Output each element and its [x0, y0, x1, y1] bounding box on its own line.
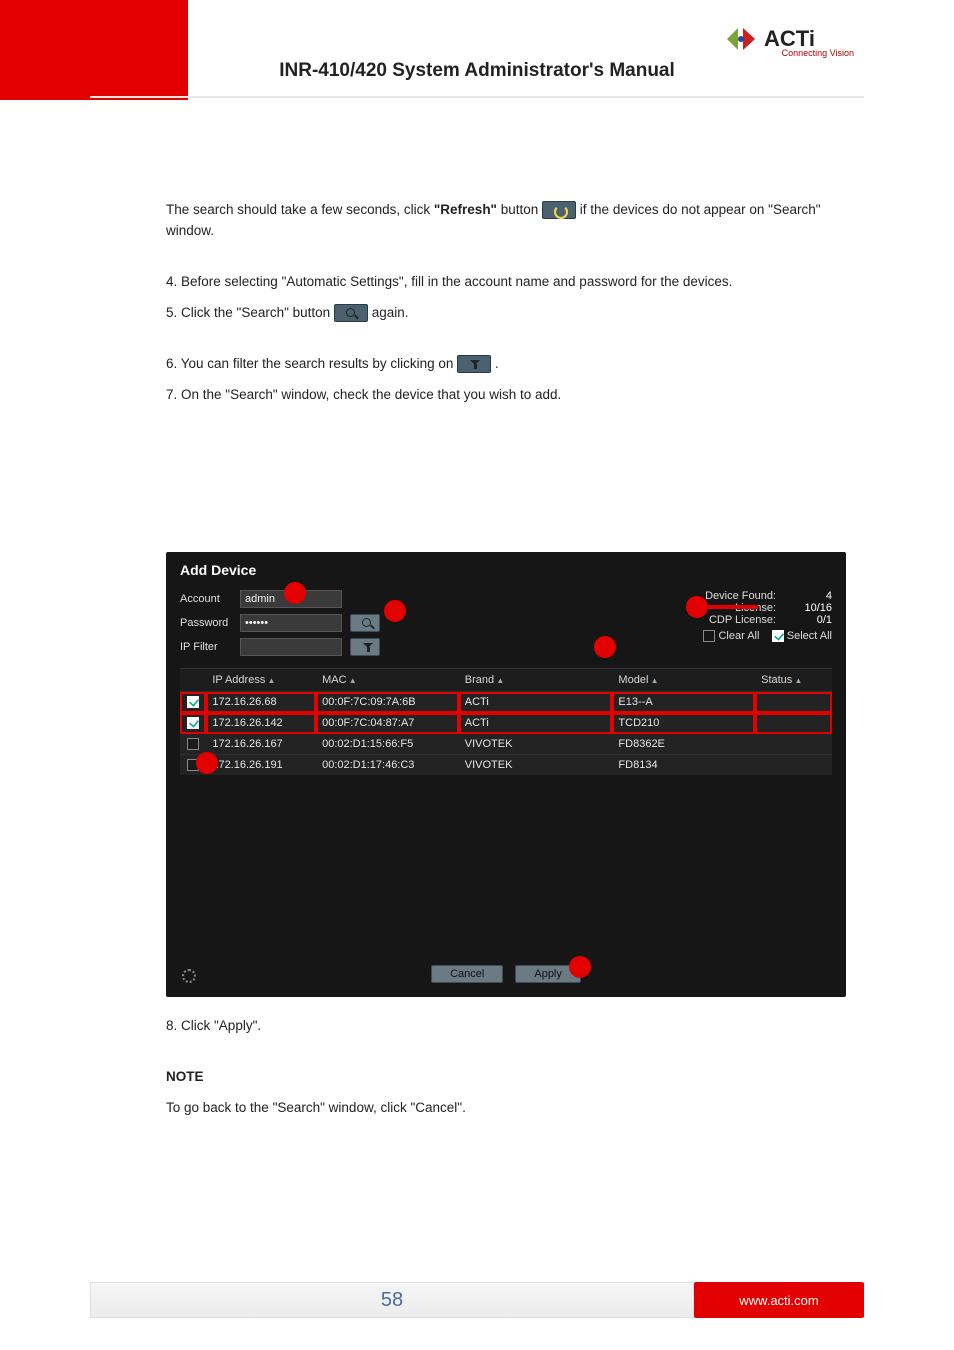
site-link[interactable]: www.acti.com	[694, 1282, 864, 1318]
search-button[interactable]	[350, 614, 380, 632]
page-number: 58	[90, 1282, 694, 1318]
brand-tagline: Connecting Vision	[782, 48, 854, 58]
body-content-2: 8. Click "Apply". NOTE To go back to the…	[166, 1010, 846, 1129]
filter-button[interactable]	[350, 638, 380, 656]
license-value: 10/16	[798, 602, 832, 614]
cdp-license-label: CDP License:	[692, 614, 776, 626]
cell-mac: 00:02:D1:15:66:F5	[316, 734, 459, 755]
cell-brand: ACTi	[459, 692, 613, 713]
logo-mark-icon	[724, 22, 758, 56]
annotation-circle	[284, 582, 306, 604]
cell-brand: VIVOTEK	[459, 755, 613, 776]
cell-ip: 172.16.26.142	[206, 713, 316, 734]
table-row[interactable]: 172.16.26.16700:02:D1:15:66:F5VIVOTEKFD8…	[180, 734, 832, 755]
col-ip[interactable]: IP Address	[206, 669, 316, 692]
cell-mac: 00:02:D1:17:46:C3	[316, 755, 459, 776]
clear-all-checkbox[interactable]	[703, 630, 715, 642]
page-title: INR-410/420 System Administrator's Manua…	[0, 60, 954, 82]
cell-ip: 172.16.26.68	[206, 692, 316, 713]
table-row[interactable]: 172.16.26.19100:02:D1:17:46:C3VIVOTEKFD8…	[180, 755, 832, 776]
select-all-checkbox[interactable]	[772, 630, 784, 642]
col-select	[180, 669, 206, 692]
cell-model: TCD210	[612, 713, 755, 734]
annotation-line	[708, 605, 758, 609]
cell-ip: 172.16.26.167	[206, 734, 316, 755]
cell-brand: VIVOTEK	[459, 734, 613, 755]
cell-model: E13--A	[612, 692, 755, 713]
spinner-icon	[182, 969, 196, 983]
add-device-dialog: Add Device Account Password IP Filter De…	[166, 552, 846, 997]
device-table: IP Address MAC Brand Model Status 172.16…	[180, 668, 832, 775]
cell-status	[755, 734, 832, 755]
step-4: 4. Before selecting "Automatic Settings"…	[166, 272, 846, 293]
ipfilter-input[interactable]	[240, 638, 342, 656]
col-model[interactable]: Model	[612, 669, 755, 692]
search-icon	[334, 304, 368, 322]
step-6: 6. You can filter the search results by …	[166, 354, 846, 375]
cell-mac: 00:0F:7C:09:7A:6B	[316, 692, 459, 713]
annotation-circle	[686, 596, 708, 618]
password-input[interactable]	[240, 614, 342, 632]
cell-ip: 172.16.26.191	[206, 755, 316, 776]
device-found-value: 4	[798, 590, 832, 602]
annotation-circle	[196, 752, 218, 774]
note-body: To go back to the "Search" window, click…	[166, 1098, 846, 1119]
refresh-icon	[542, 201, 576, 219]
ipfilter-label: IP Filter	[180, 641, 240, 653]
search-icon	[351, 615, 385, 633]
cell-status	[755, 692, 832, 713]
cell-model: FD8134	[612, 755, 755, 776]
dialog-title: Add Device	[180, 562, 832, 578]
filter-icon	[457, 355, 491, 373]
table-row[interactable]: 172.16.26.6800:0F:7C:09:7A:6BACTiE13--A	[180, 692, 832, 713]
annotation-circle	[384, 600, 406, 622]
cell-model: FD8362E	[612, 734, 755, 755]
note-heading: NOTE	[166, 1067, 846, 1088]
step-5: 5. Click the "Search" button again.	[166, 303, 846, 324]
col-brand[interactable]: Brand	[459, 669, 613, 692]
password-label: Password	[180, 617, 240, 629]
cell-status	[755, 713, 832, 734]
brand-stripe	[0, 0, 188, 100]
cell-brand: ACTi	[459, 713, 613, 734]
cancel-button[interactable]: Cancel	[431, 965, 503, 983]
annotation-circle	[569, 956, 591, 978]
col-mac[interactable]: MAC	[316, 669, 459, 692]
table-row[interactable]: 172.16.26.14200:0F:7C:04:87:A7ACTiTCD210	[180, 713, 832, 734]
cell-mac: 00:0F:7C:04:87:A7	[316, 713, 459, 734]
annotation-circle	[594, 636, 616, 658]
step-8: 8. Click "Apply".	[166, 1016, 846, 1037]
step-7: 7. On the "Search" window, check the dev…	[166, 385, 846, 406]
cdp-license-value: 0/1	[798, 614, 832, 626]
col-status[interactable]: Status	[755, 669, 832, 692]
filter-icon	[351, 639, 385, 657]
step-3-refresh: The search should take a few seconds, cl…	[166, 200, 846, 242]
clear-all-label: Clear All	[718, 630, 759, 642]
account-label: Account	[180, 593, 240, 605]
row-checkbox[interactable]	[187, 696, 199, 708]
cell-status	[755, 755, 832, 776]
header-divider	[90, 96, 864, 98]
row-checkbox[interactable]	[187, 738, 199, 750]
body-content: The search should take a few seconds, cl…	[166, 200, 846, 416]
select-all-label: Select All	[787, 630, 832, 642]
row-checkbox[interactable]	[187, 717, 199, 729]
